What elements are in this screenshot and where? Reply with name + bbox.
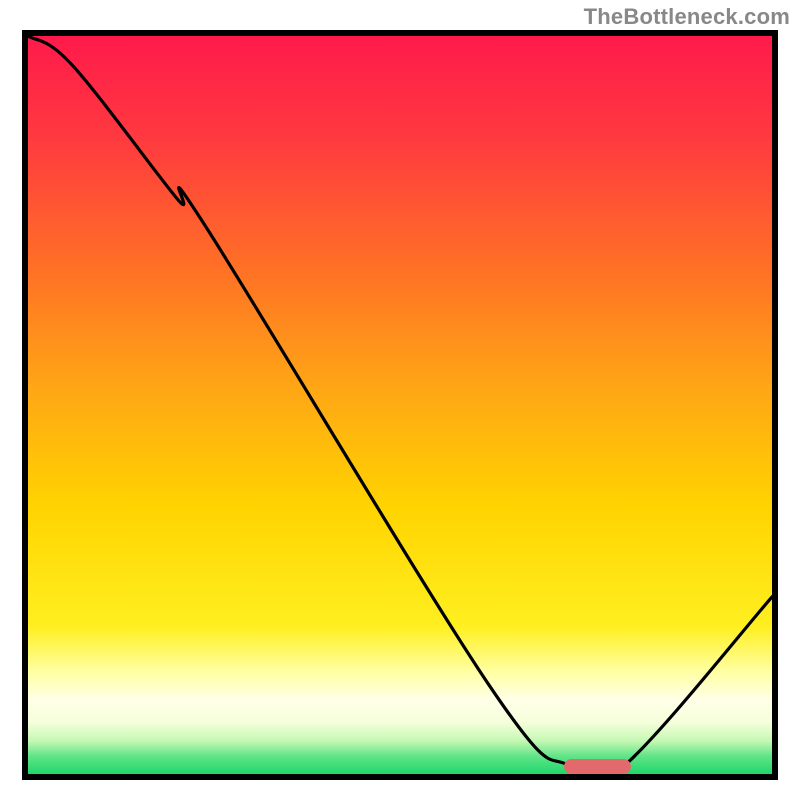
chart-frame bbox=[22, 30, 778, 780]
bottleneck-curve bbox=[28, 36, 772, 774]
optimal-marker bbox=[564, 759, 631, 774]
attribution-text: TheBottleneck.com bbox=[584, 4, 790, 30]
